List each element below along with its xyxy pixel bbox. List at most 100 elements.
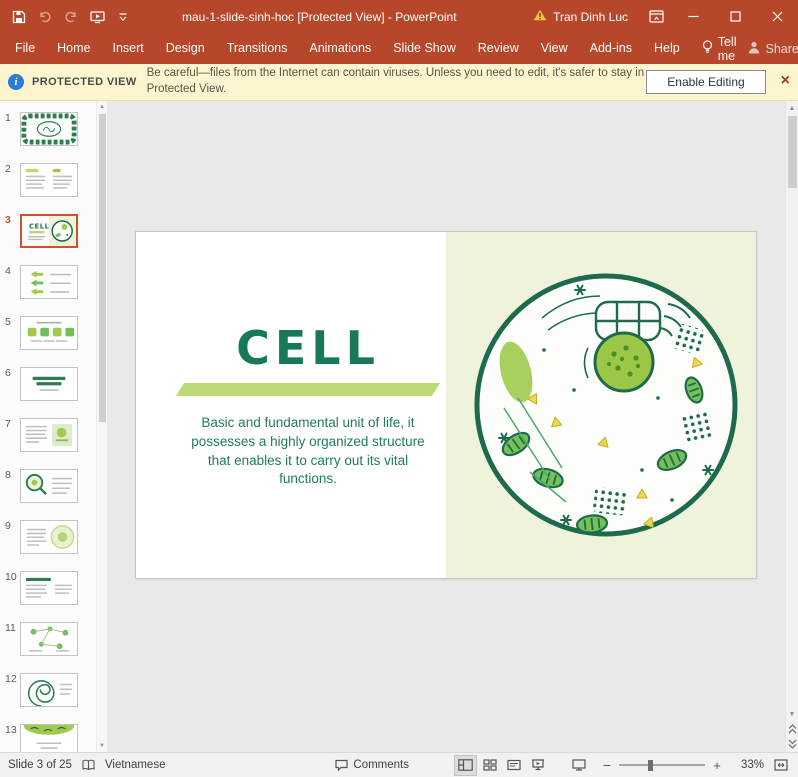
zoom-out-button[interactable]: −: [600, 757, 614, 773]
menu-tab-animations[interactable]: Animations: [298, 33, 382, 64]
main-scrollbar-thumb[interactable]: [787, 116, 797, 188]
slide-thumbnail-12[interactable]: 12: [0, 673, 96, 707]
comments-icon: [335, 759, 348, 771]
menu-tab-slide-show[interactable]: Slide Show: [382, 33, 467, 64]
thumbnail-preview: [20, 418, 78, 452]
menu-tab-review[interactable]: Review: [467, 33, 530, 64]
slide-thumbnail-8[interactable]: 8: [0, 469, 96, 503]
slide-thumbnail-5[interactable]: 5: [0, 316, 96, 350]
warning-icon: [533, 9, 547, 24]
thumbnail-preview: [20, 367, 78, 401]
slide-thumbnail-1[interactable]: 1: [0, 112, 96, 146]
comments-button[interactable]: Comments: [335, 759, 409, 771]
thumbnail-number: 7: [5, 418, 11, 430]
menu-tab-home[interactable]: Home: [46, 33, 101, 64]
menu-tab-help[interactable]: Help: [643, 33, 691, 64]
start-from-beginning-icon[interactable]: [86, 4, 108, 30]
reading-view-button[interactable]: [503, 756, 524, 775]
thumbnail-number: 10: [5, 571, 17, 583]
slide-editor-area: CELL Basic and fundamental unit of life,…: [107, 101, 785, 752]
account-name: Tran Dinh Luc: [553, 9, 628, 24]
menu-tab-design[interactable]: Design: [155, 33, 216, 64]
slide-body-text: Basic and fundamental unit of life, it p…: [191, 414, 425, 487]
status-bar: Slide 3 of 25 Vietnamese Comments − + 33…: [0, 752, 798, 777]
slide-canvas: CELL Basic and fundamental unit of life,…: [136, 232, 756, 578]
thumbnail-number: 12: [5, 673, 17, 685]
maximize-button[interactable]: [714, 0, 756, 33]
protected-view-banner: i PROTECTED VIEW Be careful—files from t…: [0, 64, 798, 101]
thumbnail-preview: [20, 316, 78, 350]
zoom-in-button[interactable]: +: [710, 758, 724, 773]
monitor-icon[interactable]: [572, 759, 586, 771]
main-scrollbar[interactable]: ▲ ▼: [785, 101, 798, 752]
thumbnail-number: 4: [5, 265, 11, 277]
slide-sorter-view-button[interactable]: [479, 756, 500, 775]
thumbnail-preview: [20, 520, 78, 554]
slide-thumbnail-3[interactable]: 3 CELL: [0, 214, 96, 248]
ribbon-tabs: File Home Insert Design Transitions Animation…: [4, 33, 691, 64]
language-indicator[interactable]: Vietnamese: [105, 759, 166, 771]
comments-label: Comments: [353, 759, 409, 771]
customize-quick-access-icon[interactable]: [112, 4, 134, 30]
ribbon-display-options-icon[interactable]: [640, 0, 672, 33]
thumbnail-preview: [20, 622, 78, 656]
save-icon[interactable]: [8, 4, 30, 30]
lightbulb-icon: [702, 40, 713, 57]
banner-close-icon[interactable]: ×: [781, 73, 790, 89]
thumbnail-number: 1: [5, 112, 11, 124]
thumb-scrollbar-thumb[interactable]: [98, 114, 106, 422]
slide-number-indicator: Slide 3 of 25: [8, 759, 72, 771]
thumb-scroll-down-icon[interactable]: ▼: [99, 742, 105, 750]
slide-title: CELL: [236, 320, 380, 375]
thumbnail-scrollbar[interactable]: ▲ ▼: [96, 101, 107, 752]
thumb-scroll-up-icon[interactable]: ▲: [99, 103, 105, 111]
tell-me-button[interactable]: Tell me: [691, 35, 748, 63]
thumbnail-preview: [20, 571, 78, 605]
redo-icon[interactable]: [60, 4, 82, 30]
menu-tab-file[interactable]: File: [4, 33, 46, 64]
account-button[interactable]: Tran Dinh Luc: [521, 0, 640, 33]
thumbnail-number: 11: [5, 622, 16, 634]
zoom-percentage[interactable]: 33%: [732, 759, 764, 771]
slide-thumbnail-7[interactable]: 7: [0, 418, 96, 452]
next-slide-button[interactable]: [788, 739, 797, 749]
thumbnail-number: 6: [5, 367, 11, 379]
spellcheck-icon[interactable]: [82, 759, 95, 771]
thumbnail-number: 13: [5, 724, 17, 736]
slide-thumbnail-10[interactable]: 10: [0, 571, 96, 605]
menu-tab-add-ins[interactable]: Add-ins: [579, 33, 643, 64]
close-button[interactable]: [756, 0, 798, 33]
fit-to-window-icon[interactable]: [774, 759, 788, 771]
menu-tab-insert[interactable]: Insert: [102, 33, 155, 64]
slide-thumbnail-4[interactable]: 4: [0, 265, 96, 299]
zoom-slider[interactable]: [619, 758, 705, 772]
menu-tab-view[interactable]: View: [530, 33, 579, 64]
menu-tab-transitions[interactable]: Transitions: [216, 33, 299, 64]
scroll-down-icon[interactable]: ▼: [789, 710, 796, 719]
slide-thumbnail-9[interactable]: 9: [0, 520, 96, 554]
window-title: mau-1-slide-sinh-hoc [Protected View] - …: [182, 9, 457, 24]
thumbnail-preview: [20, 724, 78, 752]
slide-thumbnail-2[interactable]: 2: [0, 163, 96, 197]
slide-thumbnail-11[interactable]: 11: [0, 622, 96, 656]
zoom-slider-thumb[interactable]: [648, 760, 654, 771]
thumbnail-number: 8: [5, 469, 11, 481]
slide-thumbnail-6[interactable]: 6: [0, 367, 96, 401]
previous-slide-button[interactable]: [788, 724, 797, 734]
scroll-up-icon[interactable]: ▲: [789, 104, 796, 113]
slide-show-button[interactable]: [527, 756, 548, 775]
share-label: Share: [765, 41, 798, 56]
powerpoint-window: mau-1-slide-sinh-hoc [Protected View] - …: [0, 0, 798, 777]
thumbnail-number: 3: [5, 214, 11, 226]
ribbon-tab-bar: File Home Insert Design Transitions Animation…: [0, 33, 798, 64]
thumbnail-preview: [20, 673, 78, 707]
undo-icon[interactable]: [34, 4, 56, 30]
cell-illustration: [446, 232, 756, 578]
slide-thumbnail-13[interactable]: 13: [0, 724, 96, 752]
thumbnail-preview: [20, 469, 78, 503]
thumbnail-preview: [20, 112, 78, 146]
share-button[interactable]: Share: [748, 41, 798, 57]
normal-view-button[interactable]: [454, 754, 477, 776]
enable-editing-button[interactable]: Enable Editing: [646, 70, 766, 94]
minimize-button[interactable]: [672, 0, 714, 33]
